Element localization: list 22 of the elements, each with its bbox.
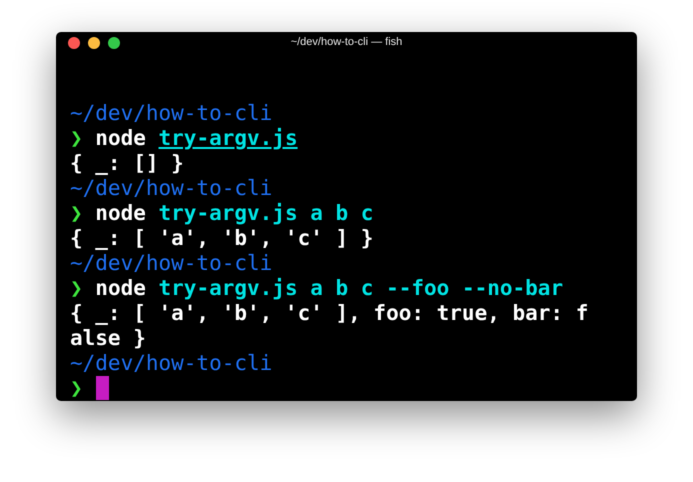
command-name: node	[95, 126, 146, 151]
directory-path: ~/dev/how-to-cli	[70, 351, 272, 376]
text-cursor	[96, 376, 109, 400]
command-arguments: try-argv.js a b c --foo --no-bar	[158, 276, 564, 301]
command-arguments: try-argv.js a b c	[158, 201, 374, 226]
window-title: ~/dev/how-to-cli — fish	[290, 36, 402, 48]
directory-path: ~/dev/how-to-cli	[70, 101, 272, 126]
directory-path: ~/dev/how-to-cli	[70, 251, 272, 276]
prompt-symbol: ❯	[70, 201, 83, 226]
close-button[interactable]	[68, 37, 80, 49]
command-output: { _: [] }	[70, 151, 185, 176]
command-name: node	[95, 276, 146, 301]
command-output: { _: [ 'a', 'b', 'c' ], foo: true, bar: false }	[70, 301, 588, 351]
directory-path: ~/dev/how-to-cli	[70, 176, 272, 201]
command-name: node	[95, 201, 146, 226]
prompt-symbol: ❯	[70, 126, 83, 151]
prompt-symbol: ❯	[70, 276, 83, 301]
minimize-button[interactable]	[88, 37, 100, 49]
prompt-symbol: ❯	[70, 376, 83, 401]
command-arguments: try-argv.js	[158, 126, 298, 151]
command-output: { _: [ 'a', 'b', 'c' ] }	[70, 226, 374, 251]
zoom-button[interactable]	[108, 37, 120, 49]
